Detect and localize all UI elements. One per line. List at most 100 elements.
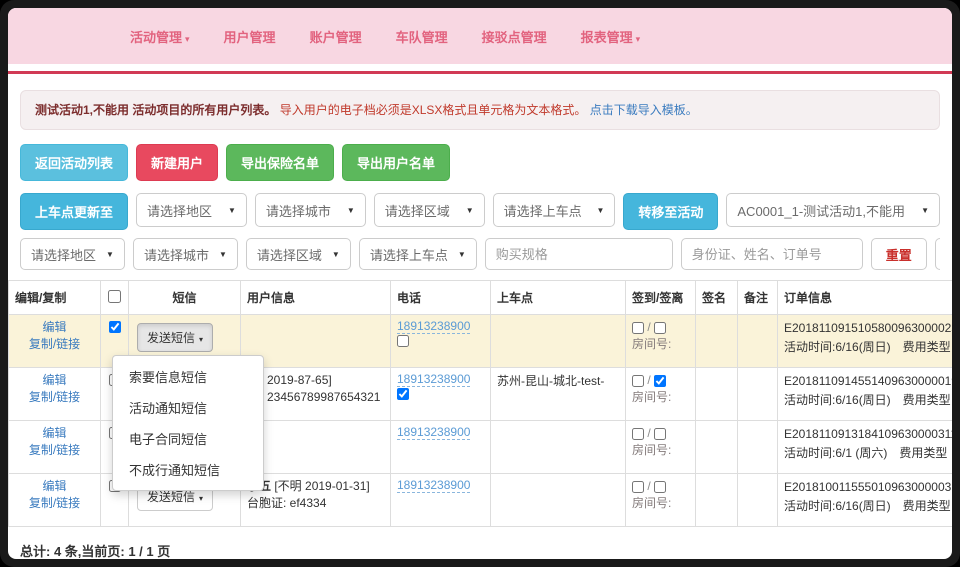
- nav-label: 用户管理: [224, 30, 276, 45]
- select-value: 请选择城市: [144, 245, 209, 264]
- edit-link[interactable]: 编辑: [15, 319, 94, 336]
- sms-dropdown-menu: 索要信息短信 活动通知短信 电子合同短信 不成行通知短信: [112, 355, 264, 491]
- chevron-down-icon: ▼: [219, 250, 227, 259]
- signout-checkbox[interactable]: [654, 481, 666, 493]
- row-checkbox[interactable]: [109, 321, 121, 333]
- header-pickup: 上车点: [491, 281, 626, 315]
- nav-label: 账户管理: [310, 30, 362, 45]
- transfer-to-activity-button[interactable]: 转移至活动: [623, 193, 718, 230]
- copy-link[interactable]: 复制/链接: [15, 389, 94, 406]
- signin-checkbox[interactable]: [632, 375, 644, 387]
- update-pickup-point-button[interactable]: 上车点更新至: [20, 193, 128, 230]
- page-alert: 测试活动1,不能用 活动项目的所有用户列表。 导入用户的电子档必须是XLSX格式…: [20, 90, 940, 130]
- order-number: E2018110915105800963000025: [784, 319, 952, 338]
- nav-label: 车队管理: [396, 30, 448, 45]
- back-to-activity-list-button[interactable]: 返回活动列表: [20, 144, 128, 181]
- nav-label: 接驳点管理: [482, 30, 547, 45]
- edit-link[interactable]: 编辑: [15, 372, 94, 389]
- select-value: 请选择城市: [266, 201, 331, 220]
- signout-checkbox[interactable]: [654, 375, 666, 387]
- sms-button-label: 发送短信: [147, 490, 195, 504]
- nav-item-user-mgmt[interactable]: 用户管理: [224, 27, 276, 46]
- header-sms: 短信: [129, 281, 241, 315]
- select-value: AC0001_1-测试活动1,不能用: [737, 201, 905, 220]
- user-info-line2: 台胞证: ef4334: [247, 495, 384, 512]
- district-select[interactable]: 请选择区域 ▼: [374, 193, 485, 227]
- order-activity-time: 活动时间:6/16(周日) 费用类型: [784, 497, 952, 516]
- header-order-info: 订单信息: [778, 281, 953, 315]
- new-user-button[interactable]: 新建用户: [136, 144, 218, 181]
- user-info-line1: 李五 [不明 2019-01-31]: [247, 478, 384, 495]
- room-number-label: 房间号:: [632, 494, 689, 512]
- signin-checkbox[interactable]: [632, 428, 644, 440]
- sms-menu-item-econtract[interactable]: 电子合同短信: [113, 423, 263, 454]
- signin-checkbox[interactable]: [632, 322, 644, 334]
- order-number: E2018110914551409630000019: [784, 372, 952, 391]
- alert-text: 导入用户的电子档必须是XLSX格式且单元格为文本格式。: [280, 103, 587, 117]
- chevron-down-icon: ▼: [458, 250, 466, 259]
- chevron-down-icon: ▾: [199, 494, 203, 503]
- select-all-checkbox[interactable]: [108, 290, 121, 303]
- district-select-2[interactable]: 请选择区域▼: [246, 238, 351, 270]
- pickup-point-text: 苏州-昆山-城北-test-: [497, 374, 604, 388]
- header-sign: 签到/签离: [626, 281, 696, 315]
- user-info-line1: 2019-87-65]: [267, 372, 384, 389]
- action-button-row: 返回活动列表 新建用户 导出保险名单 导出用户名单: [20, 144, 940, 181]
- user-info-line2: 23456789987654321: [267, 389, 384, 406]
- export-user-list-button[interactable]: 导出用户名单: [342, 144, 450, 181]
- export-insurance-list-button[interactable]: 导出保险名单: [226, 144, 334, 181]
- id-name-order-search-input[interactable]: [681, 238, 863, 270]
- select-value: 请选择上车点: [504, 201, 582, 220]
- chevron-down-icon: ▼: [466, 206, 474, 215]
- order-activity-time: 活动时间:6/16(周日) 费用类型: [784, 338, 952, 357]
- download-template-link[interactable]: 点击下载导入模板。: [590, 103, 698, 117]
- edit-link[interactable]: 编辑: [15, 478, 94, 495]
- filter-button[interactable]: 过滤: [935, 238, 940, 270]
- phone-checkbox[interactable]: [397, 388, 409, 400]
- copy-link[interactable]: 复制/链接: [15, 336, 94, 353]
- nav-label: 活动管理: [130, 30, 182, 45]
- pickup-point-select-2[interactable]: 请选择上车点▼: [359, 238, 477, 270]
- order-number: E2018110913184109630000311: [784, 425, 952, 444]
- order-activity-time: 活动时间:6/16(周日) 费用类型: [784, 391, 952, 410]
- header-user-info: 用户信息: [241, 281, 391, 315]
- chevron-down-icon: ▼: [228, 206, 236, 215]
- reset-button[interactable]: 重置: [871, 238, 927, 270]
- sms-menu-item-request-info[interactable]: 索要信息短信: [113, 361, 263, 392]
- nav-item-account-mgmt[interactable]: 账户管理: [310, 27, 362, 46]
- sms-menu-item-cancel-notice[interactable]: 不成行通知短信: [113, 454, 263, 485]
- copy-link[interactable]: 复制/链接: [15, 442, 94, 459]
- city-select-2[interactable]: 请选择城市 ▼: [133, 238, 238, 270]
- phone-link[interactable]: 18913238900: [397, 478, 470, 493]
- city-select[interactable]: 请选择城市▼: [255, 193, 366, 227]
- nav-item-report-mgmt[interactable]: 报表管理▾: [581, 27, 641, 46]
- user-table-wrap: 编辑/复制 短信 用户信息 电话 上车点 签到/签离 签名 备注 订单信息: [8, 280, 952, 527]
- header-edit-copy: 编辑/复制: [9, 281, 101, 315]
- send-sms-button[interactable]: 发送短信▾: [137, 323, 213, 352]
- pickup-point-select[interactable]: 请选择上车点▼: [493, 193, 616, 227]
- room-number-label: 房间号:: [632, 335, 689, 353]
- nav-item-activity-mgmt[interactable]: 活动管理▾: [130, 27, 190, 46]
- nav-item-pickup-point-mgmt[interactable]: 接驳点管理: [482, 27, 547, 46]
- select-value: 请选择地区: [31, 245, 96, 264]
- select-value: 请选择区域: [385, 201, 450, 220]
- activity-select[interactable]: AC0001_1-测试活动1,不能用▼: [726, 193, 940, 227]
- region-select[interactable]: 请选择地区▼: [136, 193, 247, 227]
- signin-checkbox[interactable]: [632, 481, 644, 493]
- edit-link[interactable]: 编辑: [15, 425, 94, 442]
- nav-item-fleet-mgmt[interactable]: 车队管理: [396, 27, 448, 46]
- phone-link[interactable]: 18913238900: [397, 319, 470, 334]
- region-select-2[interactable]: 请选择地区 ▼: [20, 238, 125, 270]
- chevron-down-icon: ▼: [332, 250, 340, 259]
- signout-checkbox[interactable]: [654, 428, 666, 440]
- phone-checkbox[interactable]: [397, 335, 409, 347]
- phone-link[interactable]: 18913238900: [397, 425, 470, 440]
- copy-link[interactable]: 复制/链接: [15, 495, 94, 512]
- phone-link[interactable]: 18913238900: [397, 372, 470, 387]
- purchase-spec-input[interactable]: [485, 238, 673, 270]
- filter-row-1: 上车点更新至 请选择地区▼ 请选择城市▼ 请选择区域▼ 请选择上车点▼ 转移至活…: [20, 193, 940, 230]
- signout-checkbox[interactable]: [654, 322, 666, 334]
- sms-menu-item-activity-notice[interactable]: 活动通知短信: [113, 392, 263, 423]
- chevron-down-icon: ▼: [106, 250, 114, 259]
- navbar-divider: [8, 71, 952, 74]
